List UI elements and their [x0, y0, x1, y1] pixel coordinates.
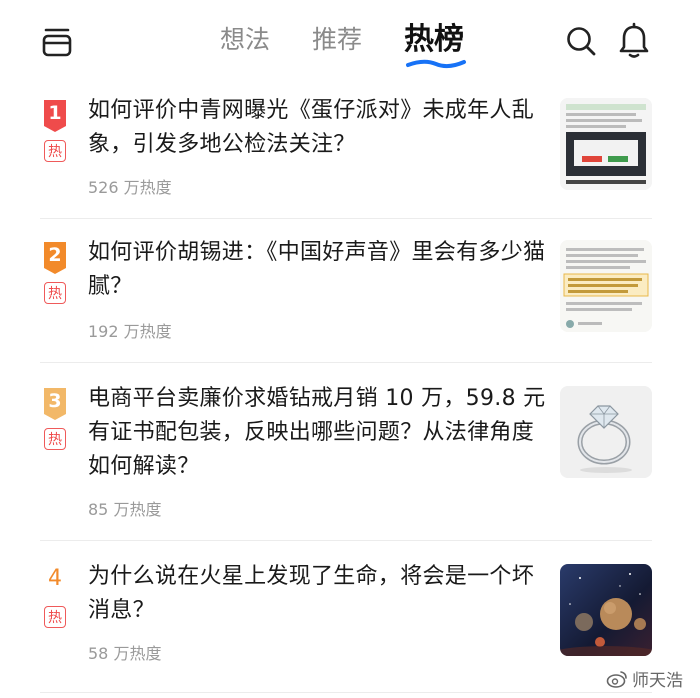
tab-hot-list-label: 热榜 — [404, 22, 465, 57]
active-tab-indicator — [406, 59, 467, 69]
rank-badge: 2 — [44, 242, 66, 274]
watermark-text: 师天浩 — [632, 671, 683, 691]
tab-ideas[interactable]: 想法 — [220, 20, 270, 60]
top-bar: 想法 推荐 热榜 — [0, 0, 700, 86]
watermark: 师天浩 — [606, 666, 683, 691]
article-thumbnail-icon — [560, 240, 652, 332]
heat-count: 85 万热度 — [88, 500, 162, 519]
divider — [40, 362, 652, 363]
bell-icon[interactable] — [616, 22, 652, 60]
planets-space-icon — [560, 564, 652, 656]
screenshot-thumbnail-icon — [560, 98, 652, 190]
divider — [40, 540, 652, 541]
divider — [40, 692, 652, 693]
rank-badges: 2 热 — [44, 242, 76, 304]
hot-tag: 热 — [44, 606, 66, 628]
heat-count: 58 万热度 — [88, 644, 162, 663]
tab-recommend-label: 推荐 — [312, 25, 363, 54]
tab-bar: 想法 推荐 热榜 — [220, 20, 506, 69]
hot-list-item[interactable]: 4 热 为什么说在火星上发现了生命，将会是一个坏消息？ 58 万热度 — [40, 552, 652, 692]
item-title: 为什么说在火星上发现了生命，将会是一个坏消息？ — [88, 564, 535, 623]
tab-recommend[interactable]: 推荐 — [312, 20, 362, 60]
item-title: 电商平台卖廉价求婚钻戒月销 10 万，59.8 元有证书配包装，反映出哪些问题？… — [88, 386, 546, 479]
heat-count: 526 万热度 — [88, 178, 172, 197]
divider — [40, 218, 652, 219]
search-icon[interactable] — [564, 24, 598, 58]
hot-tag: 热 — [44, 282, 66, 304]
hot-list-item[interactable]: 1 热 如何评价中青网曝光《蛋仔派对》未成年人乱象，引发多地公检法关注？ 526… — [40, 86, 652, 218]
item-thumbnail[interactable] — [560, 98, 652, 190]
item-thumbnail[interactable] — [560, 564, 652, 656]
menu-icon[interactable] — [40, 24, 74, 58]
tab-ideas-label: 想法 — [220, 25, 271, 54]
hot-tag: 热 — [44, 428, 66, 450]
rank-badges: 4 热 — [44, 566, 76, 628]
rank-badge: 4 — [48, 566, 62, 591]
item-title: 如何评价中青网曝光《蛋仔派对》未成年人乱象，引发多地公检法关注？ — [88, 98, 535, 157]
item-thumbnail[interactable] — [560, 386, 652, 478]
item-title: 如何评价胡锡进：《中国好声音》里会有多少猫腻？ — [88, 240, 546, 299]
rank-badges: 1 热 — [44, 100, 76, 162]
hot-tag: 热 — [44, 140, 66, 162]
diamond-ring-icon — [560, 386, 652, 478]
rank-badge: 3 — [44, 388, 66, 420]
hot-list-page: 想法 推荐 热榜 1 热 如何评价中青网曝光《蛋仔派对》未成年人乱象，引发多地公… — [0, 0, 700, 698]
item-thumbnail[interactable] — [560, 240, 652, 332]
tab-hot-list[interactable]: 热榜 — [404, 20, 467, 69]
rank-badge: 1 — [44, 100, 66, 132]
weibo-icon — [606, 670, 627, 688]
hot-list-item[interactable]: 2 热 如何评价胡锡进：《中国好声音》里会有多少猫腻？ 192 万热度 — [40, 228, 652, 360]
hot-list-item[interactable]: 3 热 电商平台卖廉价求婚钻戒月销 10 万，59.8 元有证书配包装，反映出哪… — [40, 374, 652, 534]
heat-count: 192 万热度 — [88, 322, 172, 341]
rank-badges: 3 热 — [44, 388, 76, 450]
